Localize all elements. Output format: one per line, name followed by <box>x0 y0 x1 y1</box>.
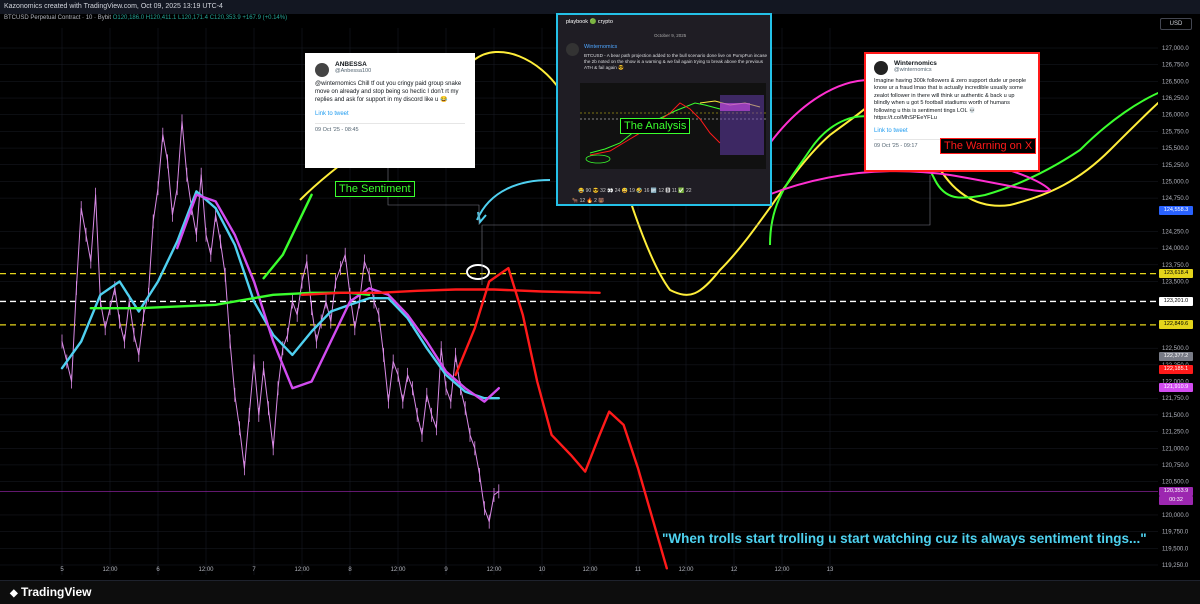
symbol-name[interactable]: BTCUSD Perpetual Contract · 10 · Bybit <box>4 15 111 21</box>
x-tick-label: 9 <box>444 567 448 573</box>
y-tick-label: 121,750.0 <box>1162 396 1189 402</box>
discord-reactions-secondary[interactable]: 🐂 12 🔥 2 🐻 <box>572 198 605 204</box>
tweet-link[interactable]: Link to tweet <box>874 128 1030 134</box>
tradingview-logo[interactable]: ◆ TradingView <box>10 585 92 599</box>
y-tick-label: 123,500.0 <box>1162 279 1189 285</box>
tweet-date: 09 Oct '25 - 08:45 <box>315 127 359 133</box>
white-circle-marker <box>466 264 490 280</box>
x-tick-label: 12:00 <box>582 567 598 573</box>
y-tick-label: 119,750.0 <box>1162 530 1189 536</box>
price-tag: 122,849.6 <box>1159 320 1193 330</box>
x-tick-label: 7 <box>252 567 256 573</box>
discord-date: October 9, 2025 <box>654 33 687 38</box>
series-line-4 <box>262 193 313 280</box>
avatar <box>315 63 329 77</box>
y-tick-label: 120,750.0 <box>1162 463 1189 469</box>
price-tag: 123,201.0 <box>1159 296 1193 306</box>
tradingview-logo-text: TradingView <box>21 585 92 599</box>
x-tick-label: 10 <box>539 567 546 573</box>
x-tick-label: 12:00 <box>678 567 694 573</box>
y-tick-label: 126,250.0 <box>1162 96 1189 102</box>
x-tick-label: 6 <box>156 567 160 573</box>
discord-post-card: playbook 🟢 crypto October 9, 2025 Winter… <box>556 13 772 206</box>
y-tick-label: 125,750.0 <box>1162 129 1189 135</box>
x-tick-label: 12 <box>731 567 738 573</box>
tweet-link[interactable]: Link to tweet <box>315 111 465 117</box>
footer-bar: ◆ TradingView <box>0 580 1200 604</box>
x-tick-label: 12:00 <box>294 567 310 573</box>
y-tick-label: 124,750.0 <box>1162 196 1189 202</box>
y-tick-label: 120,500.0 <box>1162 480 1189 486</box>
price-tag: 122,185.1 <box>1159 364 1193 374</box>
x-tick-label: 12:00 <box>486 567 502 573</box>
tweet-card-anbessa: ANBESSA @Anbessa100 @winternomics Chill … <box>305 53 475 168</box>
x-tick-label: 12:00 <box>774 567 790 573</box>
ohlc-values: O120,186.0 H120,411.1 L120,171.4 C120,35… <box>112 15 288 21</box>
discord-channel: playbook 🟢 crypto <box>566 19 613 25</box>
y-tick-label: 121,000.0 <box>1162 446 1189 452</box>
tradingview-logo-icon: ◆ <box>10 588 18 599</box>
price-tag: 122,377.2 <box>1159 351 1193 361</box>
tweet-author-name: ANBESSA <box>335 61 367 68</box>
tweet-author-handle: @Anbessa100 <box>335 68 372 74</box>
x-tick-label: 12:00 <box>390 567 406 573</box>
y-tick-label: 124,000.0 <box>1162 246 1189 252</box>
discord-reactions[interactable]: 😂 90 😎 32 👀 24 😅 19 🤣 16 🆙 12 🅱 11 ✅ 22 <box>578 187 692 194</box>
y-tick-label: 119,250.0 <box>1162 563 1189 569</box>
discord-username: Winternomics <box>584 44 618 50</box>
x-tick-label: 12:00 <box>102 567 118 573</box>
price-tag: 00:32 <box>1159 495 1193 505</box>
symbol-legend: BTCUSD Perpetual Contract · 10 · Bybit O… <box>4 15 287 21</box>
y-tick-label: 125,000.0 <box>1162 179 1189 185</box>
y-tick-label: 125,500.0 <box>1162 146 1189 152</box>
annotation-quote: "When trolls start trolling u start watc… <box>662 531 1147 546</box>
x-tick-label: 13 <box>827 567 834 573</box>
price-tag: 120,353.9 <box>1159 486 1193 496</box>
y-tick-label: 120,000.0 <box>1162 513 1189 519</box>
tweet-card-winternomics: Winternomics @winternomics Imagine havin… <box>864 52 1040 172</box>
cyan-arrow <box>476 179 551 221</box>
yellow-curve-top <box>473 50 561 91</box>
tweet-text: @winternomics Chill tf out you cringy pa… <box>315 81 462 103</box>
label-the-sentiment: The Sentiment <box>335 181 415 197</box>
y-tick-label: 119,500.0 <box>1162 546 1189 552</box>
title-bar: Kazonomics created with TradingView.com,… <box>0 0 1200 14</box>
x-tick-label: 8 <box>348 567 352 573</box>
series-line-6 <box>454 266 668 570</box>
label-the-analysis: The Analysis <box>620 118 691 134</box>
avatar <box>874 61 888 75</box>
avatar <box>566 43 579 56</box>
chart-title: Kazonomics created with TradingView.com,… <box>4 3 223 10</box>
y-tick-label: 121,500.0 <box>1162 413 1189 419</box>
y-tick-label: 127,000.0 <box>1162 46 1189 52</box>
discord-message: BTCUSD - A bear path projection added to… <box>584 53 768 71</box>
y-tick-label: 126,750.0 <box>1162 63 1189 69</box>
tweet-author-handle: @winternomics <box>894 67 932 73</box>
x-tick-label: 11 <box>635 567 642 573</box>
label-the-warning: The Warning on X <box>940 138 1037 154</box>
y-tick-label: 124,250.0 <box>1162 229 1189 235</box>
tweet-text: Imagine having 300k followers & zero sup… <box>874 78 1027 122</box>
price-tag: 121,910.9 <box>1159 382 1193 392</box>
time-axis: 5 12:00 6 12:00 7 12:00 8 12:00 9 12:00 10 12:00 11 1… <box>60 567 834 573</box>
y-tick-label: 121,250.0 <box>1162 430 1189 436</box>
y-tick-label: 126,500.0 <box>1162 79 1189 85</box>
y-tick-label: 126,000.0 <box>1162 113 1189 119</box>
price-tag: 123,618.4 <box>1159 269 1193 279</box>
series-line-5 <box>300 288 601 296</box>
currency-button[interactable]: USD <box>1160 18 1192 30</box>
tweet-author-name: Winternomics <box>894 60 937 67</box>
y-tick-label: 125,250.0 <box>1162 163 1189 169</box>
y-tick-label: 123,750.0 <box>1162 263 1189 269</box>
x-tick-label: 5 <box>60 567 64 573</box>
x-tick-label: 12:00 <box>198 567 214 573</box>
price-tag: 124,558.3 <box>1159 206 1193 216</box>
